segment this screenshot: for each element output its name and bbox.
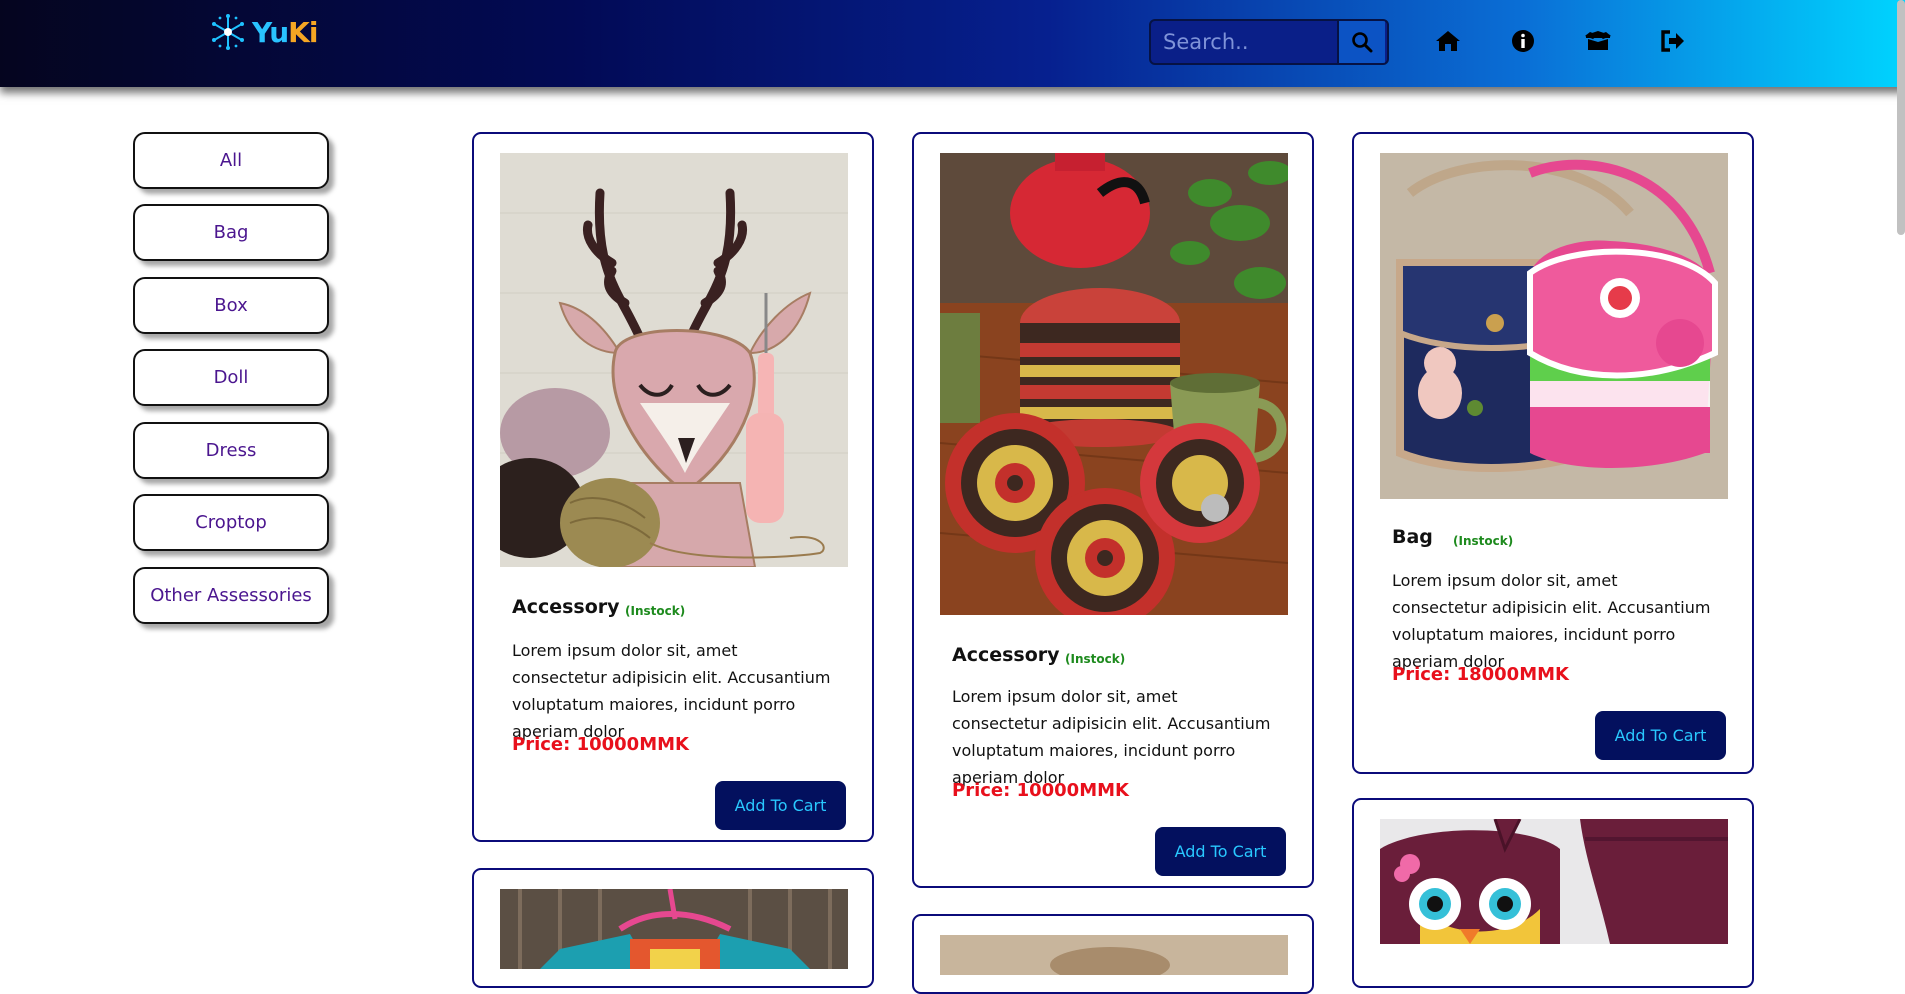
product-photo (500, 153, 848, 567)
logout-icon (1661, 30, 1684, 52)
product-image[interactable] (1380, 819, 1728, 944)
info-button[interactable] (1509, 27, 1537, 55)
product-description: Lorem ipsum dolor sit, amet consectetur … (512, 641, 831, 741)
brand-name-part1: Yu (252, 15, 289, 49)
info-icon (1512, 30, 1534, 52)
product-description: Lorem ipsum dolor sit, amet consectetur … (952, 687, 1271, 787)
category-bag-button[interactable]: Bag (133, 204, 329, 261)
add-to-cart-button[interactable]: Add To Cart (715, 781, 846, 830)
box-icon (1585, 31, 1611, 50)
product-description: Lorem ipsum dolor sit, amet consectetur … (1392, 571, 1711, 671)
scrollbar-thumb[interactable] (1897, 0, 1905, 235)
add-to-cart-button[interactable]: Add To Cart (1595, 711, 1726, 760)
stock-status: (Instock) (1065, 652, 1126, 666)
category-other-button[interactable]: Other Assessories (133, 567, 329, 624)
add-to-cart-button[interactable]: Add To Cart (1155, 827, 1286, 876)
stock-status: (Instock) (1453, 534, 1514, 548)
stock-status: (Instock) (625, 604, 686, 618)
category-croptop-button[interactable]: Croptop (133, 494, 329, 551)
snowflake-icon (212, 14, 244, 50)
product-image[interactable] (940, 153, 1288, 615)
product-price: Price: 10000MMK (952, 780, 1129, 801)
product-price: Price: 18000MMK (1392, 664, 1569, 685)
search-icon (1352, 32, 1373, 53)
product-photo (940, 153, 1288, 615)
product-card: Accessory (Instock) Lorem ipsum dolor si… (912, 132, 1314, 888)
brand-logo[interactable]: YuKi (208, 12, 318, 52)
home-icon (1436, 31, 1460, 51)
product-image[interactable] (500, 889, 848, 969)
brand-name-part2: Ki (288, 15, 318, 49)
search-button[interactable] (1337, 21, 1385, 63)
category-doll-button[interactable]: Doll (133, 349, 329, 406)
product-price: Price: 10000MMK (512, 734, 689, 755)
product-image[interactable] (1380, 153, 1728, 499)
product-image[interactable] (940, 935, 1288, 975)
home-button[interactable] (1434, 27, 1462, 55)
category-all-button[interactable]: All (133, 132, 329, 189)
product-photo (1380, 153, 1728, 499)
product-image[interactable] (500, 153, 848, 567)
product-name: Accessory (952, 644, 1060, 666)
product-card: Bag (Instock) Lorem ipsum dolor sit, ame… (1352, 132, 1754, 774)
search-bar (1149, 19, 1389, 65)
top-navbar: YuKi (0, 0, 1905, 87)
product-name: Bag (1392, 526, 1433, 548)
product-card (472, 868, 874, 988)
product-photo (940, 935, 1288, 975)
product-name: Accessory (512, 596, 620, 618)
category-dress-button[interactable]: Dress (133, 422, 329, 479)
brand-name: YuKi (252, 15, 318, 49)
product-photo (500, 889, 848, 969)
products-button[interactable] (1584, 27, 1612, 55)
product-card (1352, 798, 1754, 988)
category-box-button[interactable]: Box (133, 277, 329, 334)
product-card (912, 914, 1314, 994)
product-photo (1380, 819, 1728, 944)
search-input[interactable] (1151, 21, 1337, 63)
product-card: Accessory (Instock) Lorem ipsum dolor si… (472, 132, 874, 842)
logout-button[interactable] (1659, 27, 1687, 55)
